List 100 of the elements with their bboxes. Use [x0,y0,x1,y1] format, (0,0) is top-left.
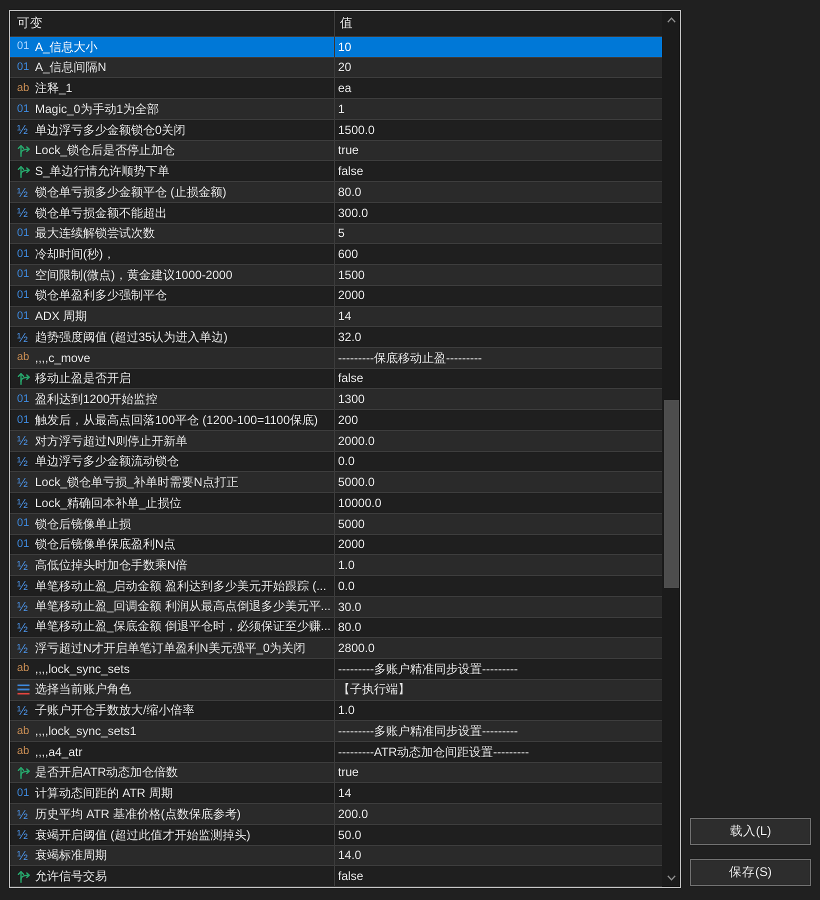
parameter-row[interactable]: ½ 衰竭标准周期 14.0 [10,846,662,866]
parameter-value: ---------ATR动态加仓间距设置--------- [338,744,530,760]
parameter-value: 1300 [338,392,365,407]
parameter-value: 10 [338,40,352,54]
column-header[interactable]: 值 [340,16,353,31]
parameter-name: 锁仓单亏损多少金额平仓 (止损金额) [35,184,226,200]
parameter-value: 2000 [338,288,365,303]
parameter-row[interactable]: ab ,,,,lock_sync_sets1 ---------多账户精准同步设置--------- [10,721,662,742]
parameter-value: 1.0 [338,703,355,718]
column-header[interactable]: 可变 [17,16,43,31]
parameter-value: 200 [338,412,358,428]
action-button[interactable]: 保存(S) [690,859,811,886]
parameter-value: true [338,143,359,158]
fraction-type-icon: ½ [17,620,28,634]
parameter-value: ---------多账户精准同步设置--------- [338,724,518,738]
number-type-icon: 01 [17,104,30,115]
parameter-row[interactable]: ½ 历史平均 ATR 基准价格(点数保底参考) 200.0 [10,804,662,825]
parameter-value: 2000.0 [338,434,375,448]
chevron-down-icon[interactable] [666,875,676,881]
parameter-value: ea [338,81,352,96]
parameter-row[interactable]: S_单边行情允许顺势下单 false [10,161,662,182]
parameter-row[interactable]: ab ,,,,a4_atr ---------ATR动态加仓间距设置--------- [10,742,662,763]
parameter-row[interactable]: ½ 锁仓单亏损金额不能超出 300.0 [10,202,662,224]
parameter-row[interactable]: ½ 单边浮亏多少金额锁仓0关闭 1500.0 [10,120,662,141]
chevron-up-icon[interactable] [666,17,676,23]
parameter-row[interactable]: 01 空间限制(微点)，黄金建议1000-2000 1500 [10,265,662,286]
parameter-row[interactable]: ½ 锁仓单亏损多少金额平仓 (止损金额) 80.0 [10,182,662,203]
parameter-row[interactable]: 是否开启ATR动态加仓倍数 true [10,762,662,784]
parameter-value: 1 [338,102,345,116]
parameter-value: 0.0 [338,578,355,594]
parameter-row[interactable]: 01 锁仓后镜像单保底盈利N点 2000 [10,534,662,556]
parameter-name: 单边浮亏多少金额流动锁仓 [35,454,179,469]
parameter-value: 14 [338,786,352,800]
action-button[interactable]: 载入(L) [690,818,811,845]
number-type-icon: 01 [17,269,30,280]
parameter-row[interactable]: ½ 浮亏超过N才开启单笔订单盈利N美元强平_0为关闭 2800.0 [10,638,662,660]
parameter-row[interactable]: ab ,,,,lock_sync_sets ---------多账户精准同步设置--------- [10,659,662,680]
parameter-value: 20 [338,60,352,75]
parameter-row[interactable]: ½ 单边浮亏多少金额流动锁仓 0.0 [10,452,662,472]
parameter-row[interactable]: 01 A_信息间隔N 20 [10,58,662,78]
parameter-value: true [338,765,359,780]
parameter-row[interactable]: 01 锁仓单盈利多少强制平仓 2000 [10,286,662,307]
fraction-type-icon: ½ [17,186,28,198]
parameter-row[interactable]: 移动止盈是否开启 false [10,368,662,390]
parameter-value: false [338,869,364,884]
scrollbar-thumb[interactable] [664,400,678,588]
fraction-type-icon: ½ [17,206,28,220]
parameter-row[interactable]: 01 Magic_0为手动1为全部 1 [10,99,662,120]
parameter-row[interactable]: 01 锁仓后镜像单止损 5000 [10,514,662,535]
number-type-icon: 01 [17,788,30,799]
number-type-icon: 01 [17,518,30,530]
parameter-row[interactable]: ½ 单笔移动止盈_保底金额 倒退平仓时，必须保证至少赚... 80.0 [10,618,662,638]
parameter-name: 允许信号交易 [35,869,107,884]
parameter-name: 最大连续解锁尝试次数 [35,226,155,241]
parameter-value: 10000.0 [338,496,382,510]
parameter-name: Lock_锁仓单亏损_补单时需要N点打正 [35,475,238,490]
parameter-name: 是否开启ATR动态加仓倍数 [35,765,178,780]
parameter-row[interactable]: 01 最大连续解锁尝试次数 5 [10,224,662,244]
number-type-icon: 01 [17,310,30,322]
parameter-row[interactable]: ½ 高低位掉头时加仓手数乘N倍 1.0 [10,555,662,576]
parameter-row[interactable]: 允许信号交易 false [10,866,662,888]
parameter-name: 盈利达到1200开始监控 [35,392,158,407]
parameter-value: 1500 [338,268,365,282]
parameter-row[interactable]: 01 盈利达到1200开始监控 1300 [10,389,662,410]
parameter-row[interactable]: ½ 子账户开仓手数放大/缩小倍率 1.0 [10,700,662,722]
branch-arrow-icon [17,870,31,883]
parameter-row[interactable]: 01 A_信息大小 10 [10,37,662,58]
parameter-row[interactable]: 01 冷却时间(秒)， 600 [10,244,662,266]
parameter-value: 14.0 [338,848,362,863]
parameter-row[interactable]: 01 计算动态间距的 ATR 周期 14 [10,783,662,804]
parameter-name: 衰竭标准周期 [35,848,107,863]
parameter-row[interactable]: 选择当前账户角色 【子执行端】 [10,680,662,700]
parameter-row[interactable]: ½ Lock_精确回本补单_止损位 10000.0 [10,493,662,514]
parameter-row[interactable]: 01 触发后，从最高点回落100平仓 (1200-100=1100保底) 200 [10,410,662,431]
parameter-name: 趋势强度阈值 (超过35认为进入单边) [35,330,228,344]
parameter-value: ---------多账户精准同步设置--------- [338,662,518,676]
parameter-row[interactable]: ½ 对方浮亏超过N则停止开新单 2000.0 [10,430,662,452]
parameter-row[interactable]: 01 ADX 周期 14 [10,306,662,328]
parameter-name: 单边浮亏多少金额锁仓0关闭 [35,122,186,137]
parameter-value: 5000.0 [338,475,375,490]
parameter-row[interactable]: ½ 衰竭开启阈值 (超过此值才开始监测掉头) 50.0 [10,824,662,846]
parameter-name: ,,,,lock_sync_sets [35,662,130,676]
parameter-row[interactable]: ab ,,,,c_move ---------保底移动止盈--------- [10,348,662,369]
parameter-value: 2800.0 [338,640,375,656]
text-type-icon: ab [17,746,30,758]
parameter-name: 冷却时间(秒)， [35,247,115,262]
parameter-name: Lock_锁仓后是否停止加仓 [35,143,176,158]
parameter-row[interactable]: Lock_锁仓后是否停止加仓 true [10,140,662,162]
parameter-row[interactable]: ½ 单笔移动止盈_回调金额 利润从最高点倒退多少美元平... 30.0 [10,596,662,618]
parameter-row[interactable]: ab 注释_1 ea [10,78,662,100]
parameter-value: 80.0 [338,184,362,200]
parameter-row[interactable]: ½ 趋势强度阈值 (超过35认为进入单边) 32.0 [10,327,662,348]
parameter-name: 选择当前账户角色 [35,682,131,697]
parameter-name: 单笔移动止盈_回调金额 利润从最高点倒退多少美元平... [35,600,331,614]
parameter-name: 锁仓后镜像单保底盈利N点 [35,537,176,552]
parameter-name: ,,,,c_move [35,350,90,366]
fraction-type-icon: ½ [17,600,28,614]
parameter-row[interactable]: ½ 单笔移动止盈_启动金额 盈利达到多少美元开始跟踪 (... 0.0 [10,576,662,597]
fraction-type-icon: ½ [17,496,28,510]
parameter-row[interactable]: ½ Lock_锁仓单亏损_补单时需要N点打正 5000.0 [10,472,662,494]
